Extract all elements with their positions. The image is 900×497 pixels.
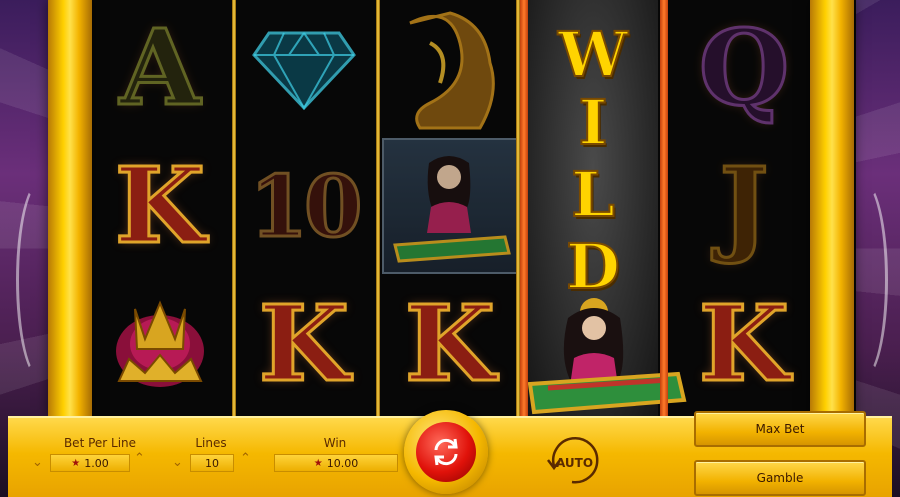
left-pillar: [48, 0, 92, 416]
wild-border-right: [660, 0, 668, 416]
chevron-down-icon[interactable]: ⌄: [32, 456, 43, 469]
spin-button-core[interactable]: [416, 422, 476, 482]
symbol-j: J: [718, 144, 770, 267]
symbol-q: Q: [697, 6, 791, 129]
chevron-up-icon[interactable]: ⌃: [134, 452, 145, 465]
chevron-down-icon[interactable]: ⌄: [172, 456, 183, 469]
star-icon: ★: [313, 457, 323, 469]
wild-letter-l: L: [570, 158, 616, 231]
auto-button-label[interactable]: AUTO: [556, 456, 593, 470]
symbol-a: A: [118, 6, 202, 129]
symbol-ten: 10: [248, 155, 364, 257]
symbol-crown: [92, 276, 228, 412]
wild-reel: W I L D: [528, 0, 687, 416]
bet-per-line-label: Bet Per Line: [63, 436, 137, 450]
spin-button[interactable]: [404, 410, 488, 494]
diamond-icon: [252, 31, 356, 111]
genie-icon: [393, 156, 511, 263]
lines-field: 10: [190, 454, 234, 472]
crown-icon: [116, 300, 204, 387]
wild-letter-w: W: [557, 18, 629, 91]
chevron-up-icon[interactable]: ⌃: [240, 452, 251, 465]
reel-divider: [232, 0, 236, 416]
symbol-k: K: [113, 144, 206, 267]
symbol-diamond: [236, 0, 372, 136]
symbol-genie: [382, 138, 518, 274]
dragon-icon: [409, 11, 495, 130]
reel-3: K: [382, 0, 518, 416]
symbol-k: K: [697, 282, 790, 405]
symbol-k: K: [257, 282, 350, 405]
spin-arrows-icon: [434, 438, 458, 466]
wild-letter-i: I: [577, 86, 608, 159]
reel-2: 10 K: [236, 0, 372, 416]
symbol-dragon: [382, 0, 518, 136]
bet-per-line-field: ★ 1.00: [50, 454, 130, 472]
right-pillar: [810, 0, 854, 416]
star-icon: ★: [71, 457, 81, 469]
symbol-k: K: [403, 282, 496, 405]
gamble-button[interactable]: Gamble: [694, 460, 866, 496]
wild-border-left: [520, 0, 528, 416]
lines-label: Lines: [195, 436, 227, 450]
reel-1: A K: [92, 0, 228, 416]
max-bet-button[interactable]: Max Bet: [694, 411, 866, 447]
win-field: ★ 10.00: [274, 454, 398, 472]
reel-5: Q J K: [676, 0, 812, 416]
reel-divider: [376, 0, 380, 416]
win-label: Win: [323, 436, 347, 450]
